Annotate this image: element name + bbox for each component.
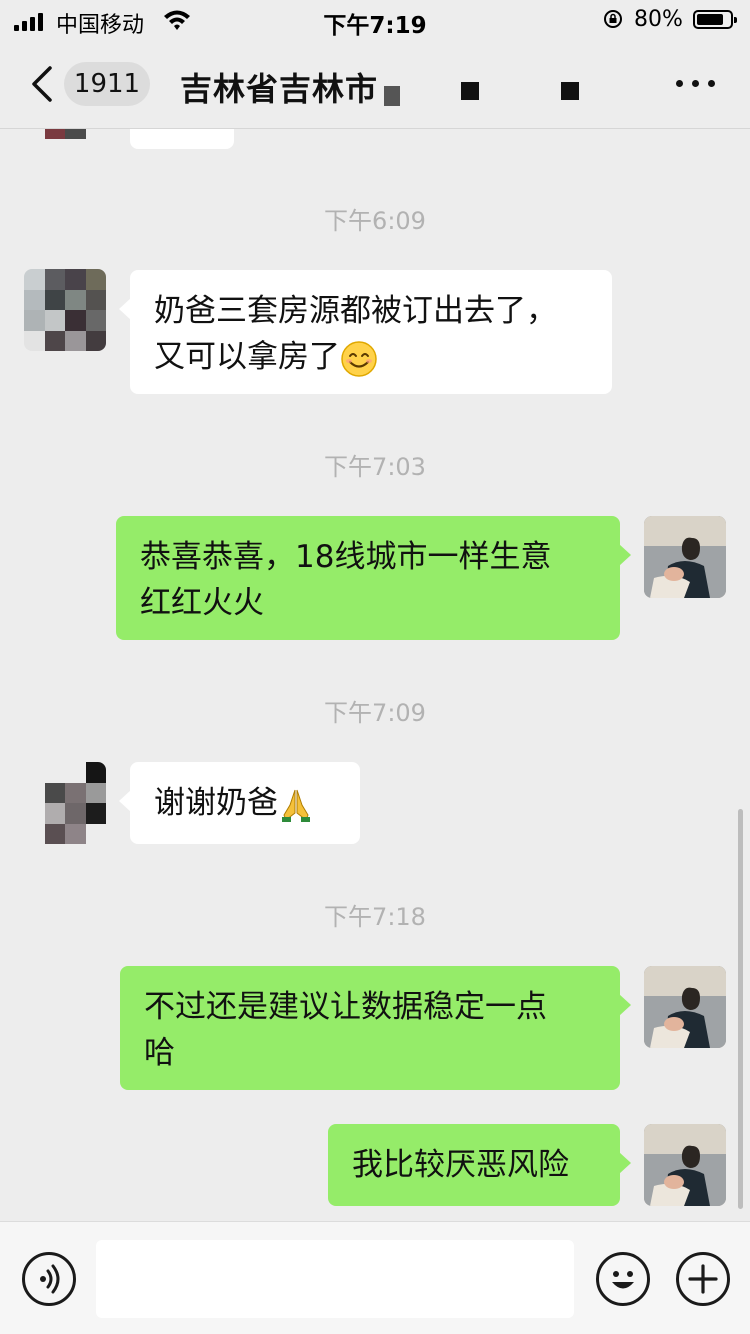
message-text: 不过还是建议让数据稳定一点 bbox=[144, 989, 547, 1025]
chat-title: 吉林省吉林市 bbox=[180, 70, 379, 108]
nav-bar: 1911 吉林省吉林市 bbox=[0, 40, 750, 129]
emoji-icon[interactable] bbox=[596, 1252, 650, 1306]
avatar[interactable] bbox=[24, 129, 106, 159]
timestamp: 下午7:09 bbox=[324, 699, 426, 727]
rotation-lock-icon bbox=[604, 10, 622, 28]
unread-count-badge[interactable]: 1911 bbox=[64, 62, 150, 106]
incoming-message[interactable]: 奶爸三套房源都被订出去了， 又可以拿房了 bbox=[119, 270, 612, 394]
plus-icon[interactable] bbox=[676, 1252, 730, 1306]
smiling-face-icon bbox=[341, 340, 377, 377]
timestamp: 下午6:09 bbox=[324, 207, 426, 235]
more-options-icon[interactable] bbox=[676, 80, 715, 87]
timestamp: 下午7:18 bbox=[324, 903, 426, 931]
contact-avatar[interactable] bbox=[24, 269, 106, 351]
photo-avatar-icon bbox=[644, 1124, 726, 1206]
photo-avatar-icon bbox=[644, 516, 726, 598]
photo-avatar-icon bbox=[644, 966, 726, 1048]
message-text-line: 又可以拿房了 bbox=[154, 334, 588, 380]
input-bar bbox=[0, 1221, 750, 1334]
message-text: 又可以拿房了 bbox=[154, 339, 340, 375]
message-text: 我比较厌恶风险 bbox=[352, 1147, 569, 1183]
voice-icon[interactable] bbox=[22, 1252, 76, 1306]
battery-percent: 80% bbox=[634, 7, 683, 32]
chat-screen: 中国移动 下午7:19 80% 1911 吉林省吉林市 下午6:09 奶爸三套房… bbox=[0, 0, 750, 1334]
folded-hands-icon bbox=[282, 789, 310, 822]
message-input[interactable] bbox=[96, 1240, 574, 1318]
message-text: 哈 bbox=[144, 1035, 175, 1071]
message-text: 谢谢奶爸 bbox=[154, 785, 278, 821]
outgoing-message[interactable]: 我比较厌恶风险 bbox=[328, 1124, 631, 1206]
my-avatar[interactable] bbox=[644, 966, 726, 1048]
timestamp: 下午7:03 bbox=[324, 453, 426, 481]
message-text: 红红火火 bbox=[140, 585, 264, 621]
message-list[interactable]: 下午6:09 奶爸三套房源都被订出去了， 又可以拿房了 下午7:03 恭喜恭喜，… bbox=[0, 129, 750, 1221]
redaction-mark bbox=[461, 82, 479, 100]
contact-avatar[interactable] bbox=[24, 762, 106, 844]
back-icon[interactable] bbox=[28, 64, 56, 104]
message-text: 奶爸三套房源都被订出去了， bbox=[154, 293, 557, 329]
status-bar: 中国移动 下午7:19 80% bbox=[0, 0, 750, 40]
previous-message-bubble[interactable] bbox=[130, 129, 234, 149]
battery-icon bbox=[693, 10, 737, 29]
incoming-message[interactable]: 谢谢奶爸 bbox=[119, 762, 360, 844]
outgoing-message[interactable]: 恭喜恭喜，18线城市一样生意 红红火火 bbox=[116, 516, 631, 640]
scrollbar[interactable] bbox=[738, 809, 743, 1209]
redaction-mark bbox=[384, 86, 400, 106]
outgoing-message[interactable]: 不过还是建议让数据稳定一点 哈 bbox=[120, 966, 631, 1090]
my-avatar[interactable] bbox=[644, 1124, 726, 1206]
message-text: 恭喜恭喜，18线城市一样生意 bbox=[140, 539, 552, 575]
redaction-mark bbox=[561, 82, 579, 100]
my-avatar[interactable] bbox=[644, 516, 726, 598]
